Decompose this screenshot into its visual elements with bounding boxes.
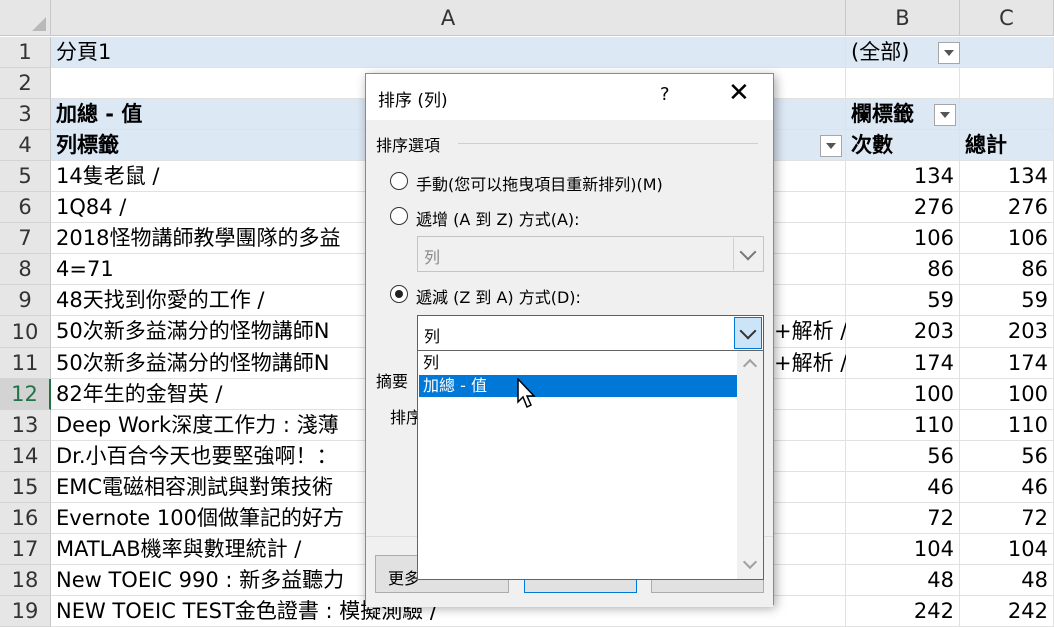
cell-b[interactable]: 48 (846, 565, 960, 596)
manual-radio-label[interactable]: 手動(您可以拖曳項目重新排列)(M) (416, 171, 663, 195)
chevron-down-icon (739, 243, 757, 260)
cell-a-overflow-text: +解析 / (774, 351, 846, 375)
dialog-title: 排序 (列) (378, 91, 448, 111)
row-header[interactable]: 7 (0, 223, 51, 254)
row-header[interactable]: 19 (0, 596, 51, 627)
dropdown-option-row[interactable]: 列 (419, 352, 737, 374)
help-button[interactable]: ? (660, 84, 670, 105)
column-labels-dropdown-button[interactable] (934, 104, 956, 126)
descending-dropdown-button[interactable] (734, 317, 762, 349)
cell-c[interactable]: 134 (960, 161, 1054, 192)
row-header[interactable]: 5 (0, 161, 51, 192)
row-header[interactable]: 17 (0, 534, 51, 565)
row-header[interactable]: 2 (0, 68, 51, 99)
cell-c[interactable]: 100 (960, 379, 1054, 410)
descending-radio-label[interactable]: 遞減 (Z 到 A) 方式(D): (416, 284, 581, 308)
select-all-corner[interactable] (0, 0, 51, 36)
row-header[interactable]: 4 (0, 130, 51, 161)
row-header[interactable]: 8 (0, 254, 51, 285)
chevron-down-icon (739, 322, 757, 339)
cell-b[interactable]: 46 (846, 472, 960, 503)
ascending-select-value: 列 (424, 248, 441, 267)
cell-b[interactable]: 174 (846, 348, 960, 379)
ascending-dropdown-button (733, 238, 762, 270)
cell-b[interactable]: 106 (846, 223, 960, 254)
row-header[interactable]: 12 (0, 379, 51, 410)
row-header[interactable]: 3 (0, 99, 51, 130)
cell-c[interactable]: 203 (960, 316, 1054, 348)
row-header[interactable]: 16 (0, 503, 51, 534)
cell-b[interactable]: 104 (846, 534, 960, 565)
cell-b[interactable]: 100 (846, 379, 960, 410)
dropdown-arrow-icon (826, 143, 836, 149)
cell-b[interactable]: 次數 (846, 130, 960, 161)
dropdown-option-sum-value[interactable]: 加總 - 值 (419, 375, 737, 397)
column-header-c[interactable]: C (960, 0, 1054, 36)
cell-b[interactable]: 134 (846, 161, 960, 192)
ascending-radio[interactable] (390, 207, 408, 225)
cell-c[interactable]: 59 (960, 285, 1054, 316)
column-header-a[interactable]: A (51, 0, 846, 36)
cell-b[interactable]: 276 (846, 192, 960, 223)
row-header[interactable]: 10 (0, 316, 51, 348)
summary-label: 摘要 (376, 372, 409, 391)
cell-b[interactable]: 110 (846, 410, 960, 441)
row-labels-dropdown-button[interactable] (820, 135, 842, 157)
manual-radio[interactable] (390, 172, 408, 190)
sort-field-dropdown-list: 列 加總 - 值 (417, 350, 764, 580)
filter-dropdown-button[interactable] (938, 42, 960, 64)
cell-a-overflow-text: +解析 / (774, 319, 846, 343)
row-header[interactable]: 15 (0, 472, 51, 503)
cell-c[interactable]: 276 (960, 192, 1054, 223)
cell-b[interactable]: 56 (846, 441, 960, 472)
cell-c[interactable]: 242 (960, 596, 1054, 627)
cell-c[interactable]: 174 (960, 348, 1054, 379)
group-divider (458, 143, 758, 144)
cell-c[interactable]: 86 (960, 254, 1054, 285)
descending-radio[interactable] (390, 285, 408, 303)
row-header[interactable]: 11 (0, 348, 51, 379)
column-header-b[interactable]: B (846, 0, 960, 36)
cell-c[interactable] (960, 37, 1054, 68)
cell-c[interactable]: 104 (960, 534, 1054, 565)
cell-b[interactable]: 86 (846, 254, 960, 285)
cell-c[interactable]: 72 (960, 503, 1054, 534)
cell-b[interactable]: 72 (846, 503, 960, 534)
cell-c[interactable]: 56 (960, 441, 1054, 472)
descending-sort-by-select[interactable]: 列 (417, 315, 764, 351)
cell-a[interactable]: 分頁1 (51, 37, 846, 68)
cell-c[interactable] (960, 99, 1054, 130)
cell-b[interactable] (846, 68, 960, 99)
ascending-sort-by-select: 列 (417, 236, 764, 272)
cell-b[interactable]: 59 (846, 285, 960, 316)
row-header[interactable]: 6 (0, 192, 51, 223)
cell-c[interactable]: 48 (960, 565, 1054, 596)
descending-select-value: 列 (424, 327, 441, 346)
row-header[interactable]: 9 (0, 285, 51, 316)
row-header[interactable]: 13 (0, 410, 51, 441)
close-button[interactable]: ✕ (728, 80, 750, 106)
cell-c[interactable]: 總計 (960, 130, 1054, 161)
cell-c[interactable]: 110 (960, 410, 1054, 441)
cell-c[interactable] (960, 68, 1054, 99)
scroll-down-icon[interactable] (742, 554, 758, 570)
cell-c[interactable]: 106 (960, 223, 1054, 254)
sort-dialog: 排序 (列) ? ✕ 排序選項 手動(您可以拖曳項目重新排列)(M) 遞增 (A… (365, 73, 774, 607)
dropdown-arrow-icon (944, 50, 954, 56)
row-header[interactable]: 1 (0, 37, 51, 68)
cell-b[interactable]: 203 (846, 316, 960, 348)
dropdown-arrow-icon (940, 112, 950, 118)
dialog-titlebar: 排序 (列) ? ✕ (366, 74, 773, 120)
scroll-up-icon[interactable] (742, 358, 758, 374)
cell-b[interactable]: 242 (846, 596, 960, 627)
sort-options-group-label: 排序選項 (376, 136, 441, 155)
ascending-radio-label[interactable]: 遞增 (A 到 Z) 方式(A): (416, 206, 580, 230)
row-header[interactable]: 14 (0, 441, 51, 472)
dropdown-scrollbar[interactable] (737, 351, 763, 579)
mouse-cursor-icon (517, 378, 536, 409)
row-header[interactable]: 18 (0, 565, 51, 596)
cell-c[interactable]: 46 (960, 472, 1054, 503)
